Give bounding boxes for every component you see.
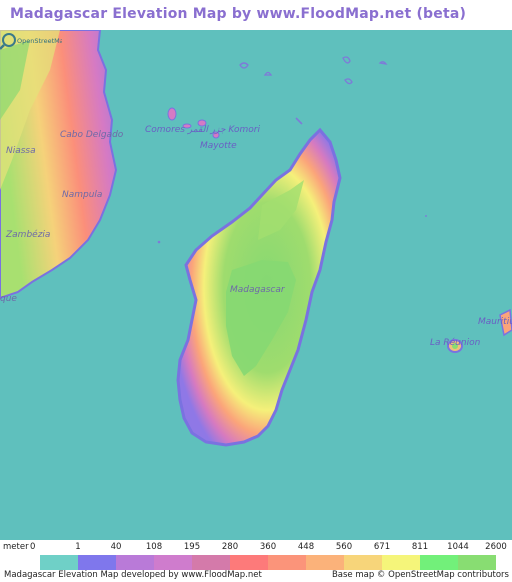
reef (239, 62, 249, 69)
legend-tick-label: 195 (183, 542, 201, 552)
legend-tick-label: 280 (221, 542, 239, 552)
legend-swatch (458, 555, 496, 570)
legend-swatch (382, 555, 420, 570)
reef (378, 61, 388, 65)
svg-text:OpenStreetMap: OpenStreetMap (17, 37, 62, 45)
label-mauritius: Mauritius (478, 317, 512, 327)
legend-swatch (192, 555, 230, 570)
legend-swatch (344, 555, 382, 570)
openstreetmap-logo-icon[interactable]: OpenStreetMap (0, 30, 62, 50)
legend-swatch (154, 555, 192, 570)
legend-swatches (40, 555, 496, 570)
reef (342, 56, 351, 64)
legend-tick-label: 1044 (447, 542, 469, 552)
legend-swatch (306, 555, 344, 570)
reef (344, 78, 353, 85)
legend-swatch (268, 555, 306, 570)
footer-credit: Madagascar Elevation Map developed by ww… (4, 570, 262, 580)
reef (263, 71, 273, 76)
label-que: que (0, 294, 17, 304)
legend-tick-label: 1 (75, 542, 81, 552)
legend-tick-label: 560 (335, 542, 353, 552)
glorioso-islands (295, 117, 303, 125)
footer-attribution[interactable]: Base map © OpenStreetMap contributors (332, 570, 509, 580)
legend-tick-label: 448 (297, 542, 315, 552)
legend-swatch (78, 555, 116, 570)
legend-tick-label: 108 (145, 542, 163, 552)
legend-ticks: meter 0 1 40 108 195 280 360 448 560 671 811 1044 260… (0, 542, 512, 554)
legend-swatch (230, 555, 268, 570)
label-comores: Comores جزر القمر Komori (145, 125, 260, 135)
title-bar: Madagascar Elevation Map by www.FloodMap… (0, 0, 512, 30)
elevation-map[interactable]: Comores جزر القمر Komori Mayotte Cabo De… (0, 30, 512, 540)
legend-swatch (40, 555, 78, 570)
legend-swatch (420, 555, 458, 570)
legend-unit: meter (3, 542, 29, 552)
label-zambezia: Zambézia (6, 230, 51, 240)
legend-tick-label: 360 (259, 542, 277, 552)
legend-swatch (116, 555, 154, 570)
reef (157, 240, 161, 244)
legend-tick-label: 2600 (485, 542, 507, 552)
elevation-legend: meter 0 1 40 108 195 280 360 448 560 671 811 1044 260… (0, 540, 512, 582)
legend-tick-label: 811 (411, 542, 429, 552)
label-mayotte: Mayotte (200, 141, 237, 151)
label-cabo-delgado: Cabo Delgado (60, 130, 124, 140)
legend-tick-label: 40 (110, 542, 122, 552)
label-la-reunion: La Réunion (430, 338, 481, 348)
label-niassa: Niassa (6, 146, 36, 156)
label-madagascar: Madagascar (230, 285, 285, 295)
label-nampula: Nampula (62, 190, 103, 200)
legend-tick-label: 671 (373, 542, 391, 552)
legend-tick-label: 0 (30, 542, 36, 552)
map-title: Madagascar Elevation Map by www.FloodMap… (10, 6, 467, 22)
grande-comore-island (167, 107, 177, 121)
